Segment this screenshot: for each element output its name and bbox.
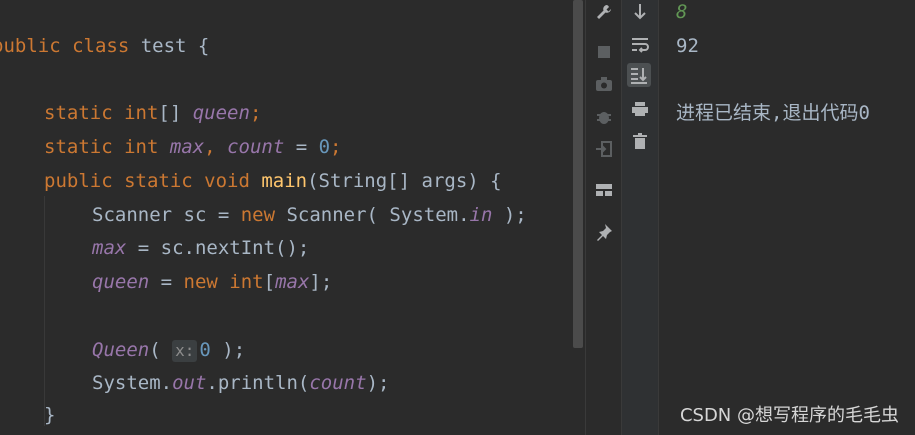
indent-guide [44, 196, 45, 426]
camera-icon[interactable] [592, 72, 616, 96]
code-token: max [92, 237, 127, 259]
code-line-class-decl[interactable]: public class test { [0, 31, 209, 61]
code-token: queen [92, 271, 150, 293]
code-token: { [186, 35, 210, 57]
code-token: ; [249, 102, 262, 124]
console-toolbar [622, 0, 658, 435]
code-token: int [124, 136, 170, 158]
code-token: public class [0, 35, 141, 57]
code-token: ( [149, 339, 173, 361]
code-token: 0 [199, 339, 211, 361]
watermark: CSDN @想写程序的毛毛虫 [679, 405, 899, 426]
code-token: out [172, 372, 207, 394]
code-token: new int [183, 271, 264, 293]
code-line-close-brace[interactable]: } [44, 400, 55, 430]
code-line-main-decl[interactable]: public static void main(String[] args) { [44, 166, 502, 196]
code-token: queen [192, 102, 250, 124]
pin-icon[interactable] [592, 220, 616, 244]
code-token: = [149, 271, 184, 293]
code-token: public static void [44, 170, 262, 192]
console-exit-message: 进程已结束,退出代码0 [676, 102, 870, 124]
code-token: count [227, 136, 285, 158]
code-token: new [240, 204, 276, 226]
parameter-hint: x: [172, 340, 198, 362]
layout-icon[interactable] [592, 178, 616, 202]
soft-wrap-icon[interactable] [628, 33, 652, 57]
code-token: (String[] args) { [307, 170, 502, 192]
scroll-to-end-icon[interactable] [627, 63, 651, 87]
arrow-down-icon[interactable] [628, 0, 652, 24]
code-token: , [204, 136, 228, 158]
code-line-queen-assign[interactable]: queen = new int[max]; [92, 267, 332, 297]
code-line-queen-field[interactable]: static int[] queen; [44, 98, 261, 128]
code-token: 0 [318, 136, 331, 158]
code-token: max [169, 136, 205, 158]
code-token: ); [366, 372, 390, 394]
code-token: = sc.nextInt(); [126, 237, 310, 259]
code-line-queen-call[interactable]: Queen( x: 0 ); [92, 335, 245, 365]
code-token: .println( [206, 372, 310, 394]
bug-icon[interactable] [592, 105, 616, 129]
code-token: in [469, 204, 493, 226]
code-line-scanner[interactable]: Scanner sc = new Scanner( System.in ); [92, 200, 527, 230]
code-line-println[interactable]: System.out.println(count); [92, 368, 389, 398]
code-token: Queen [92, 339, 150, 361]
code-editor[interactable]: public class test { static int[] queen; … [0, 0, 573, 435]
code-token: ); [210, 339, 246, 361]
console-input-line: 8 [676, 1, 688, 23]
code-token: count [309, 372, 367, 394]
console-output[interactable]: 8 92 进程已结束,退出代码0 CSDN @想写程序的毛毛虫 [659, 0, 915, 435]
stop-icon[interactable] [592, 40, 616, 64]
code-token: Scanner sc = [92, 204, 241, 226]
print-icon[interactable] [628, 97, 652, 121]
trash-icon[interactable] [628, 129, 652, 153]
code-line-max-assign[interactable]: max = sc.nextInt(); [92, 233, 309, 263]
code-token: ); [492, 204, 527, 226]
code-token: = [284, 136, 319, 158]
code-token: [] [158, 102, 193, 124]
run-toolbar [586, 0, 622, 435]
code-token: static [44, 136, 125, 158]
code-token: test [140, 35, 187, 57]
code-token: ; [330, 136, 342, 158]
code-token: Scanner( System. [275, 204, 470, 226]
editor-scrollbar[interactable] [573, 0, 583, 348]
wrench-icon[interactable] [592, 0, 616, 24]
code-token: int [124, 102, 159, 124]
code-token: max [275, 271, 310, 293]
code-token: ]; [309, 271, 333, 293]
code-token: System. [92, 372, 173, 394]
code-token: [ [263, 271, 276, 293]
console-output-line: 92 [676, 35, 699, 57]
exit-icon[interactable] [592, 137, 616, 161]
code-token: main [261, 170, 308, 192]
code-line-max-count[interactable]: static int max, count = 0; [44, 132, 342, 162]
code-token: static [44, 102, 125, 124]
code-token: } [44, 404, 56, 426]
